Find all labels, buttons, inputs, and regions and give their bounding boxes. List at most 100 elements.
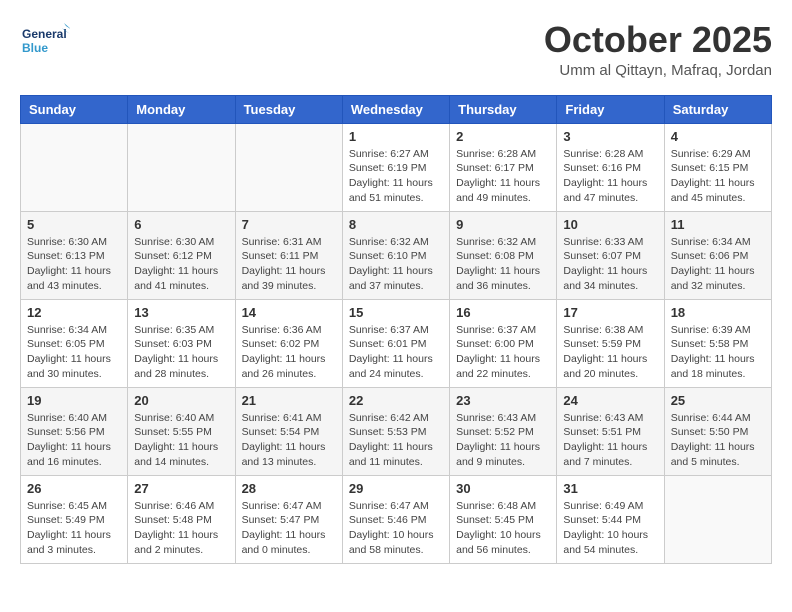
calendar-cell: 29Sunrise: 6:47 AM Sunset: 5:46 PM Dayli…	[342, 475, 449, 563]
weekday-header: Monday	[128, 95, 235, 123]
calendar-cell	[664, 475, 771, 563]
day-info: Sunrise: 6:29 AM Sunset: 6:15 PM Dayligh…	[671, 147, 765, 206]
day-info: Sunrise: 6:32 AM Sunset: 6:10 PM Dayligh…	[349, 235, 443, 294]
day-info: Sunrise: 6:43 AM Sunset: 5:51 PM Dayligh…	[563, 411, 657, 470]
day-number: 27	[134, 481, 228, 496]
day-number: 29	[349, 481, 443, 496]
calendar-cell: 19 Sunrise: 6:40 AM Sunset: 5:56 PM Dayli…	[21, 387, 128, 475]
calendar-cell: 27 Sunrise: 6:46 AM Sunset: 5:48 PM Dayli…	[128, 475, 235, 563]
day-info: Sunrise: 6:40 AM Sunset: 5:55 PM Dayligh…	[134, 411, 228, 470]
day-info: Sunrise: 6:37 AM Sunset: 6:00 PM Dayligh…	[456, 323, 550, 382]
logo-icon: General Blue	[20, 20, 70, 65]
weekday-header-row: SundayMondayTuesdayWednesdayThursdayFrid…	[21, 95, 772, 123]
day-number: 14	[242, 305, 336, 320]
calendar-cell: 13Sunrise: 6:35 AM Sunset: 6:03 PM Dayli…	[128, 299, 235, 387]
day-number: 7	[242, 217, 336, 232]
day-info: Sunrise: 6:30 AM Sunset: 6:12 PM Dayligh…	[134, 235, 228, 294]
day-number: 20	[134, 393, 228, 408]
day-number: 11	[671, 217, 765, 232]
calendar-cell	[21, 123, 128, 211]
day-info: Sunrise: 6:47 AM Sunset: 5:47 PM Dayligh…	[242, 499, 336, 558]
weekday-header: Sunday	[21, 95, 128, 123]
day-number: 10	[563, 217, 657, 232]
day-info: Sunrise: 6:31 AM Sunset: 6:11 PM Dayligh…	[242, 235, 336, 294]
calendar-cell: 5 Sunrise: 6:30 AM Sunset: 6:13 PM Daylig…	[21, 211, 128, 299]
day-info: Sunrise: 6:44 AM Sunset: 5:50 PM Dayligh…	[671, 411, 765, 470]
day-info: Sunrise: 6:42 AM Sunset: 5:53 PM Dayligh…	[349, 411, 443, 470]
page-header: General Blue October 2025 Umm al Qittayn…	[20, 20, 772, 79]
day-number: 26	[27, 481, 121, 496]
day-number: 4	[671, 129, 765, 144]
day-number: 31	[563, 481, 657, 496]
day-number: 19	[27, 393, 121, 408]
calendar-cell: 28 Sunrise: 6:47 AM Sunset: 5:47 PM Dayli…	[235, 475, 342, 563]
calendar-cell: 11 Sunrise: 6:34 AM Sunset: 6:06 PM Dayli…	[664, 211, 771, 299]
day-number: 9	[456, 217, 550, 232]
calendar-cell: 8 Sunrise: 6:32 AM Sunset: 6:10 PM Daylig…	[342, 211, 449, 299]
calendar-cell: 24Sunrise: 6:43 AM Sunset: 5:51 PM Dayli…	[557, 387, 664, 475]
calendar-cell: 17 Sunrise: 6:38 AM Sunset: 5:59 PM Dayli…	[557, 299, 664, 387]
location-title: Umm al Qittayn, Mafraq, Jordan	[544, 62, 772, 79]
weekday-header: Saturday	[664, 95, 771, 123]
calendar-cell: 4 Sunrise: 6:29 AM Sunset: 6:15 PM Daylig…	[664, 123, 771, 211]
day-number: 12	[27, 305, 121, 320]
day-number: 30	[456, 481, 550, 496]
day-info: Sunrise: 6:48 AM Sunset: 5:45 PM Dayligh…	[456, 499, 550, 558]
day-info: Sunrise: 6:30 AM Sunset: 6:13 PM Dayligh…	[27, 235, 121, 294]
calendar-week-row: 26 Sunrise: 6:45 AM Sunset: 5:49 PM Dayli…	[21, 475, 772, 563]
day-number: 23	[456, 393, 550, 408]
day-info: Sunrise: 6:49 AM Sunset: 5:44 PM Dayligh…	[563, 499, 657, 558]
day-number: 1	[349, 129, 443, 144]
day-info: Sunrise: 6:28 AM Sunset: 6:16 PM Dayligh…	[563, 147, 657, 206]
calendar-week-row: 12Sunrise: 6:34 AM Sunset: 6:05 PM Dayli…	[21, 299, 772, 387]
weekday-header: Tuesday	[235, 95, 342, 123]
day-info: Sunrise: 6:38 AM Sunset: 5:59 PM Dayligh…	[563, 323, 657, 382]
day-info: Sunrise: 6:37 AM Sunset: 6:01 PM Dayligh…	[349, 323, 443, 382]
calendar-cell: 31 Sunrise: 6:49 AM Sunset: 5:44 PM Dayli…	[557, 475, 664, 563]
day-number: 16	[456, 305, 550, 320]
day-number: 2	[456, 129, 550, 144]
calendar-cell: 15 Sunrise: 6:37 AM Sunset: 6:01 PM Dayli…	[342, 299, 449, 387]
calendar-cell: 30 Sunrise: 6:48 AM Sunset: 5:45 PM Dayli…	[450, 475, 557, 563]
day-number: 13	[134, 305, 228, 320]
calendar-cell: 18Sunrise: 6:39 AM Sunset: 5:58 PM Dayli…	[664, 299, 771, 387]
calendar-cell	[128, 123, 235, 211]
weekday-header: Thursday	[450, 95, 557, 123]
day-info: Sunrise: 6:33 AM Sunset: 6:07 PM Dayligh…	[563, 235, 657, 294]
svg-text:General: General	[22, 27, 67, 41]
day-number: 28	[242, 481, 336, 496]
calendar-cell	[235, 123, 342, 211]
day-info: Sunrise: 6:27 AM Sunset: 6:19 PM Dayligh…	[349, 147, 443, 206]
day-info: Sunrise: 6:34 AM Sunset: 6:06 PM Dayligh…	[671, 235, 765, 294]
logo: General Blue	[20, 20, 70, 65]
calendar-cell: 14Sunrise: 6:36 AM Sunset: 6:02 PM Dayli…	[235, 299, 342, 387]
day-number: 22	[349, 393, 443, 408]
calendar-cell: 9Sunrise: 6:32 AM Sunset: 6:08 PM Daylig…	[450, 211, 557, 299]
calendar-cell: 2Sunrise: 6:28 AM Sunset: 6:17 PM Daylig…	[450, 123, 557, 211]
day-info: Sunrise: 6:40 AM Sunset: 5:56 PM Dayligh…	[27, 411, 121, 470]
day-number: 21	[242, 393, 336, 408]
day-info: Sunrise: 6:45 AM Sunset: 5:49 PM Dayligh…	[27, 499, 121, 558]
day-info: Sunrise: 6:39 AM Sunset: 5:58 PM Dayligh…	[671, 323, 765, 382]
svg-text:Blue: Blue	[22, 41, 48, 55]
day-number: 17	[563, 305, 657, 320]
month-title: October 2025	[544, 20, 772, 60]
day-info: Sunrise: 6:46 AM Sunset: 5:48 PM Dayligh…	[134, 499, 228, 558]
calendar-cell: 7 Sunrise: 6:31 AM Sunset: 6:11 PM Daylig…	[235, 211, 342, 299]
weekday-header: Wednesday	[342, 95, 449, 123]
day-number: 15	[349, 305, 443, 320]
day-info: Sunrise: 6:41 AM Sunset: 5:54 PM Dayligh…	[242, 411, 336, 470]
day-number: 5	[27, 217, 121, 232]
weekday-header: Friday	[557, 95, 664, 123]
calendar-cell: 10 Sunrise: 6:33 AM Sunset: 6:07 PM Dayli…	[557, 211, 664, 299]
day-number: 8	[349, 217, 443, 232]
calendar-week-row: 1 Sunrise: 6:27 AM Sunset: 6:19 PM Daylig…	[21, 123, 772, 211]
calendar-cell: 25Sunrise: 6:44 AM Sunset: 5:50 PM Dayli…	[664, 387, 771, 475]
calendar-cell: 21 Sunrise: 6:41 AM Sunset: 5:54 PM Dayli…	[235, 387, 342, 475]
title-section: October 2025 Umm al Qittayn, Mafraq, Jor…	[544, 20, 772, 79]
calendar-week-row: 5 Sunrise: 6:30 AM Sunset: 6:13 PM Daylig…	[21, 211, 772, 299]
calendar-cell: 20 Sunrise: 6:40 AM Sunset: 5:55 PM Dayli…	[128, 387, 235, 475]
calendar-table: SundayMondayTuesdayWednesdayThursdayFrid…	[20, 95, 772, 564]
calendar-cell: 23Sunrise: 6:43 AM Sunset: 5:52 PM Dayli…	[450, 387, 557, 475]
calendar-cell: 6Sunrise: 6:30 AM Sunset: 6:12 PM Daylig…	[128, 211, 235, 299]
